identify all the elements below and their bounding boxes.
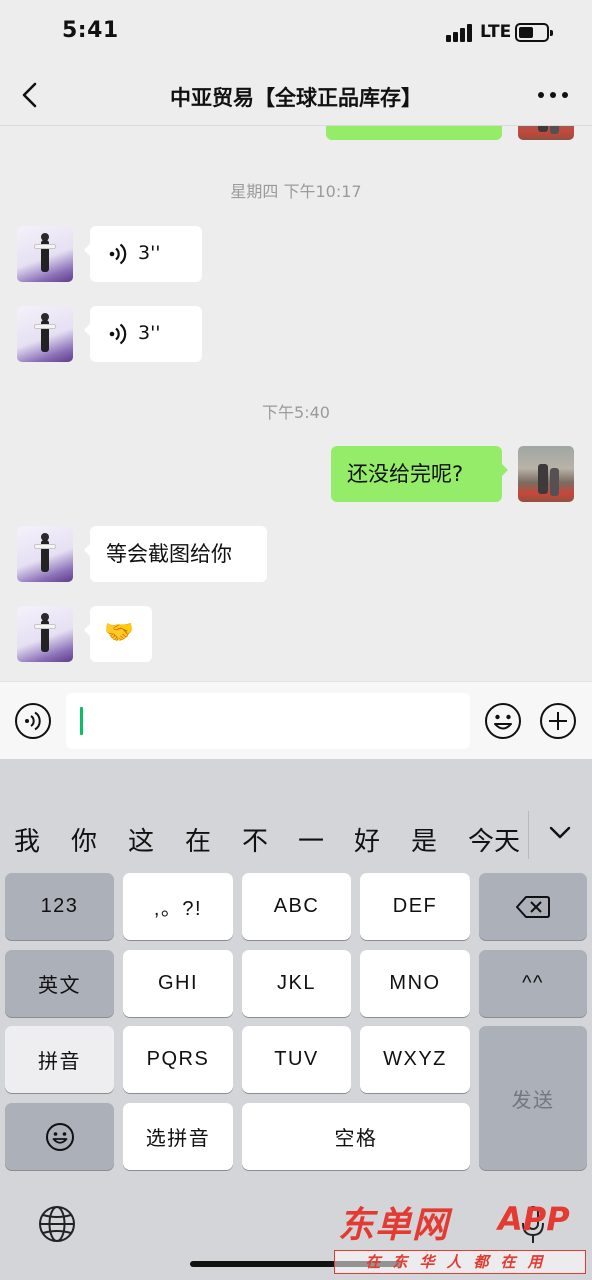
chevron-down-icon[interactable] — [548, 825, 572, 841]
message-bubble-sent[interactable]: 还没给完呢? — [331, 446, 508, 502]
status-bar: 5:41 LTE — [0, 0, 592, 64]
candidate-word[interactable]: 一 — [298, 821, 324, 858]
candidate-word[interactable]: 这 — [128, 821, 154, 858]
candidate-word[interactable]: 不 — [242, 821, 268, 858]
candidate-word[interactable]: 今天 — [468, 821, 520, 858]
signal-icon — [446, 24, 476, 42]
more-dots-icon[interactable] — [536, 90, 570, 100]
globe-icon[interactable] — [38, 1205, 76, 1243]
message-bubble-received[interactable]: 等会截图给你 — [84, 526, 267, 582]
emoji-key[interactable] — [5, 1103, 114, 1170]
voice-duration: 3'' — [138, 322, 161, 344]
send-key[interactable]: 发送 — [479, 1026, 587, 1170]
avatar[interactable] — [518, 126, 574, 140]
candidate-word[interactable]: 好 — [354, 821, 380, 858]
voice-toggle-icon[interactable] — [14, 702, 52, 740]
avatar[interactable] — [17, 526, 73, 582]
pqrs-key[interactable]: PQRS — [123, 1026, 233, 1093]
space-key[interactable]: 空格 — [242, 1103, 470, 1170]
emoji-icon — [45, 1122, 74, 1151]
candidate-word[interactable]: 我 — [14, 821, 40, 858]
candidate-word[interactable]: 是 — [411, 821, 437, 858]
avatar[interactable] — [518, 446, 574, 502]
message-bubble-partial[interactable] — [326, 126, 502, 140]
candidate-bar: 我 你 这 在 不 一 好 是 今天 — [0, 759, 592, 869]
mno-key[interactable]: MNO — [360, 950, 470, 1017]
status-time: 5:41 — [62, 18, 119, 43]
watermark-app: APP — [498, 1200, 570, 1238]
numbers-key[interactable]: 123 — [5, 873, 114, 940]
emoji-icon[interactable] — [484, 702, 522, 740]
punctuation-key[interactable]: ,。?! — [123, 873, 233, 940]
battery-icon — [515, 23, 553, 42]
voice-wave-icon — [109, 323, 127, 345]
candidate-word[interactable]: 你 — [71, 821, 97, 858]
voice-duration: 3'' — [138, 242, 161, 264]
input-bar — [0, 681, 592, 759]
watermark-main: 东单网 — [338, 1205, 450, 1246]
message-text: 还没给完呢? — [347, 462, 464, 486]
abc-key[interactable]: ABC — [242, 873, 351, 940]
message-text: 等会截图给你 — [106, 542, 232, 566]
def-key[interactable]: DEF — [360, 873, 470, 940]
voice-message[interactable]: 3'' — [84, 226, 202, 282]
voice-message[interactable]: 3'' — [84, 306, 202, 362]
jkl-key[interactable]: JKL — [242, 950, 351, 1017]
wxyz-key[interactable]: WXYZ — [360, 1026, 470, 1093]
select-pinyin-key[interactable]: 选拼音 — [123, 1103, 233, 1170]
watermark-slogan: 在东华人都在用 — [334, 1250, 586, 1274]
handshake-emoji: 🤝 — [104, 618, 134, 646]
timestamp: 下午5:40 — [262, 403, 330, 422]
voice-wave-icon — [109, 243, 127, 265]
backspace-icon — [516, 895, 550, 918]
message-list[interactable]: 星期四 下午10:17 3'' 3'' 下午5:40 还没给完呢? 等会截图给你… — [0, 126, 592, 681]
ghi-key[interactable]: GHI — [123, 950, 233, 1017]
message-bubble-emoji[interactable]: 🤝 — [84, 606, 152, 662]
chat-header: 中亚贸易【全球正品库存】 — [0, 64, 592, 126]
candidate-word[interactable]: 在 — [185, 821, 211, 858]
avatar[interactable] — [17, 606, 73, 662]
chat-title: 中亚贸易【全球正品库存】 — [170, 86, 422, 110]
chevron-left-icon[interactable] — [14, 78, 48, 112]
english-key[interactable]: 英文 — [5, 950, 114, 1017]
face-key[interactable]: ^^ — [479, 950, 587, 1017]
watermark-logo: 东单网 APP 在东华人都在用 — [334, 1196, 586, 1276]
delete-key[interactable] — [479, 873, 587, 940]
text-cursor — [80, 707, 83, 735]
pinyin-key[interactable]: 拼音 — [5, 1026, 114, 1093]
avatar[interactable] — [17, 306, 73, 362]
avatar[interactable] — [17, 226, 73, 282]
message-input[interactable] — [66, 693, 470, 749]
plus-icon[interactable] — [539, 702, 577, 740]
candidate-divider — [528, 811, 529, 859]
timestamp: 星期四 下午10:17 — [230, 182, 362, 201]
network-label: LTE — [480, 22, 512, 42]
tuv-key[interactable]: TUV — [242, 1026, 351, 1093]
